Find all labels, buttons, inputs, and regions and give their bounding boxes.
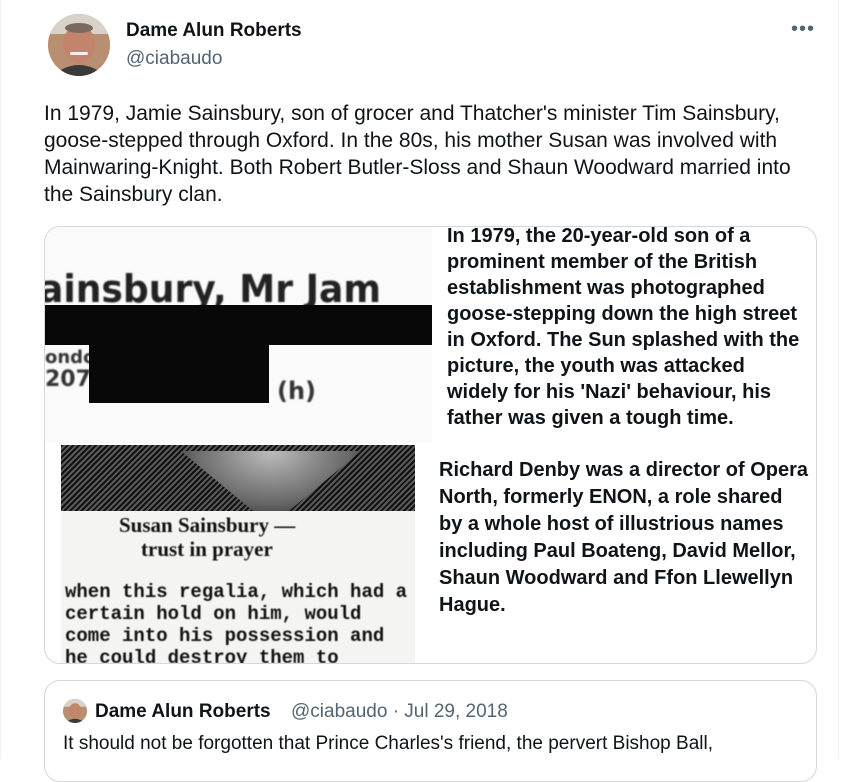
avatar-photo-icon: [48, 14, 110, 76]
quote-handle-date[interactable]: @ciabaudo · Jul 29, 2018: [291, 701, 508, 723]
media-image[interactable]: ainsbury, Mr Jam ondon 207 (h) In 1979, …: [44, 226, 817, 664]
tweet-text: In 1979, Jamie Sainsbury, son of grocer …: [44, 102, 791, 206]
timeline-border-right: [838, 0, 839, 759]
clip-tag: (h): [277, 377, 317, 405]
author-name[interactable]: Dame Alun Roberts: [126, 20, 302, 42]
newspaper-clip-headline: Susan Sainsbury — trust in prayer when t…: [61, 445, 415, 663]
clip-paragraph: when this regalia, which had a certain h…: [65, 581, 408, 663]
quote-avatar[interactable]: [63, 699, 87, 723]
quoted-tweet[interactable]: Dame Alun Roberts @ciabaudo · Jul 29, 20…: [44, 680, 817, 782]
redaction-block: [89, 343, 269, 403]
newspaper-clip-directory: ainsbury, Mr Jam ondon 207 (h): [45, 227, 432, 443]
clip-headline-1: Susan Sainsbury —: [119, 513, 296, 537]
clip-headline-2: trust in prayer: [141, 537, 273, 561]
caption-text-1: In 1979, the 20-year-old son of a promin…: [447, 226, 800, 429]
more-options-icon[interactable]: •••: [791, 18, 815, 41]
avatar[interactable]: [48, 14, 110, 76]
clip-line-3: 207: [45, 367, 91, 392]
quote-text: It should not be forgotten that Prince C…: [63, 733, 713, 754]
timeline-border-left: [0, 0, 1, 759]
quote-author-name[interactable]: Dame Alun Roberts: [95, 701, 271, 723]
avatar-photo-icon: [63, 699, 87, 723]
author-handle[interactable]: @ciabaudo: [126, 48, 222, 70]
caption-text-2: Richard Denby was a director of Opera No…: [439, 459, 808, 616]
redaction-bar: [45, 305, 432, 345]
